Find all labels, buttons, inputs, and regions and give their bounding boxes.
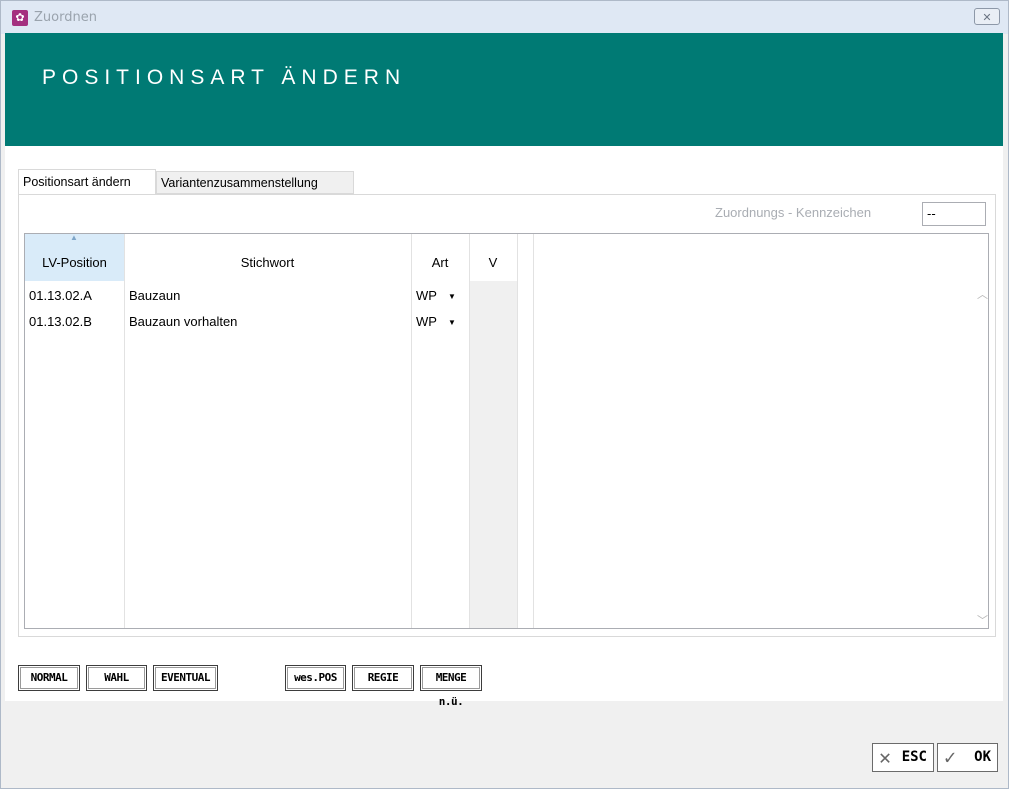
column-divider (411, 234, 412, 628)
scroll-up-icon[interactable]: ︿ (977, 286, 988, 302)
column-divider (124, 234, 125, 628)
window-title: Zuordnen (34, 10, 97, 25)
column-header-label: LV-Position (42, 255, 107, 270)
v-column-background (469, 281, 517, 628)
kennzeichen-input[interactable]: -- (922, 202, 986, 226)
wahl-button[interactable]: WAHL (86, 665, 147, 691)
check-icon: ✓ (944, 745, 957, 769)
row-1-stichwort[interactable]: Bauzaun (129, 288, 180, 303)
ok-button[interactable]: ✓ OK (937, 743, 998, 772)
esc-button[interactable]: ✕ ESC (872, 743, 934, 772)
sort-ascending-icon: ▲ (70, 233, 78, 242)
column-divider (533, 234, 534, 628)
eventual-button[interactable]: EVENTUAL (153, 665, 218, 691)
positions-grid: ▲ LV-Position Stichwort Art V 01.13.02.A… (24, 233, 989, 629)
column-header-lv-position[interactable]: ▲ LV-Position (25, 233, 124, 281)
wes-pos-button[interactable]: wes.POS (285, 665, 346, 691)
column-header-stichwort[interactable]: Stichwort (124, 234, 411, 281)
header-banner: POSITIONSART ÄNDERN (5, 33, 1003, 146)
tab-variantenzusammenstellung[interactable]: Variantenzusammenstellung (156, 171, 354, 194)
row-2-art-value: WP (416, 314, 437, 329)
row-2-stichwort[interactable]: Bauzaun vorhalten (129, 314, 237, 329)
page-title: POSITIONSART ÄNDERN (42, 66, 407, 89)
row-2-art-dropdown[interactable]: WP ▼ (416, 314, 456, 329)
regie-button[interactable]: REGIE (352, 665, 414, 691)
scroll-down-icon[interactable]: ﹀ (977, 612, 988, 628)
cancel-x-icon: ✕ (879, 745, 892, 769)
close-button[interactable]: ✕ (974, 8, 1000, 25)
menge-button[interactable]: MENGE n.ü. (420, 665, 482, 708)
column-divider (469, 234, 470, 628)
dropdown-arrow-icon: ▼ (447, 292, 456, 301)
normal-button[interactable]: NORMAL (18, 665, 80, 691)
kennzeichen-label: Zuordnungs - Kennzeichen (715, 205, 872, 220)
esc-label: ESC (901, 749, 927, 765)
row-1-position[interactable]: 01.13.02.A (29, 288, 92, 303)
column-header-v[interactable]: V (469, 234, 517, 281)
title-bar: ✿ Zuordnen ✕ (1, 1, 1008, 34)
dropdown-arrow-icon: ▼ (447, 318, 456, 327)
app-icon: ✿ (12, 10, 28, 26)
column-header-art[interactable]: Art (411, 234, 469, 281)
column-divider (517, 234, 518, 628)
row-1-art-value: WP (416, 288, 437, 303)
row-2-position[interactable]: 01.13.02.B (29, 314, 92, 329)
tab-positionsart-aendern[interactable]: Positionsart ändern (18, 169, 156, 194)
ok-label: OK (974, 749, 991, 765)
row-1-art-dropdown[interactable]: WP ▼ (416, 288, 456, 303)
